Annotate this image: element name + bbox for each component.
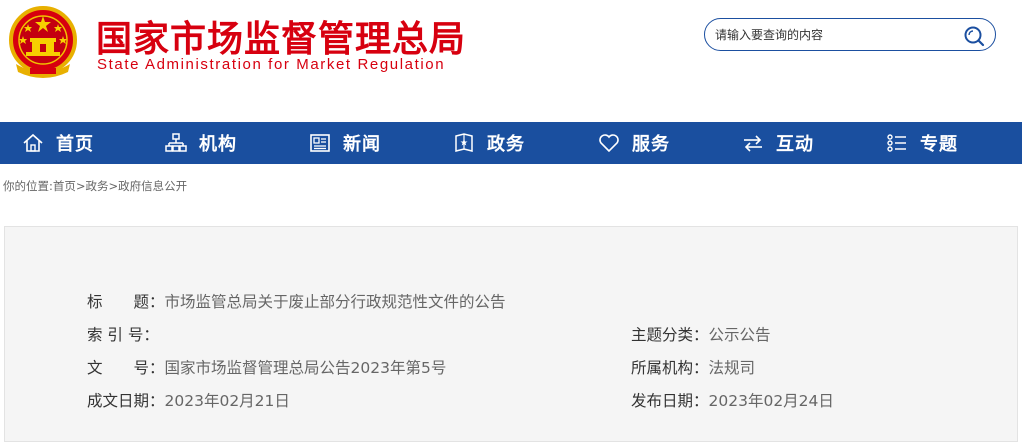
nav-item-topics[interactable]: 专题	[886, 122, 958, 164]
doc-index-row: 索 引 号：	[87, 323, 159, 345]
nav-label: 新闻	[343, 134, 381, 155]
doc-title-label: 标 题：	[87, 293, 165, 311]
heart-icon	[599, 134, 619, 153]
nav-label: 机构	[199, 134, 237, 155]
nav-item-home[interactable]: 首页	[22, 122, 94, 164]
doc-title-value: 市场监管总局关于废止部分行政规范性文件的公告	[164, 293, 506, 311]
doc-published-row: 发布日期：2023年02月24日	[631, 389, 834, 411]
nav-item-service[interactable]: 服务	[598, 122, 670, 164]
list-icon	[887, 134, 906, 152]
nav-label: 服务	[632, 134, 670, 155]
doc-dept-row: 所属机构：法规司	[631, 356, 755, 378]
nav-label: 首页	[56, 134, 94, 155]
search-input[interactable]	[715, 23, 955, 47]
doc-topic-row: 主题分类：公示公告	[631, 323, 771, 345]
doc-topic-value: 公示公告	[708, 326, 771, 344]
search-box	[704, 18, 996, 51]
breadcrumb-prefix: 你的位置:	[3, 179, 53, 193]
breadcrumb-link-affairs[interactable]: 政务	[86, 179, 109, 193]
nav-label: 政务	[487, 134, 525, 155]
breadcrumb: 你的位置:首页>政务>政府信息公开	[3, 178, 187, 194]
doc-title-row: 标 题：市场监管总局关于废止部分行政规范性文件的公告	[87, 290, 506, 312]
breadcrumb-separator: >	[75, 179, 86, 193]
nav-item-interaction[interactable]: 互动	[742, 122, 814, 164]
doc-index-label: 索 引 号：	[87, 326, 159, 344]
nav-label: 互动	[776, 134, 814, 155]
home-icon	[23, 133, 43, 152]
national-emblem-icon[interactable]	[8, 6, 78, 78]
site-title-cn[interactable]: 国家市场监督管理总局	[96, 10, 466, 62]
doc-dept-value: 法规司	[708, 359, 756, 377]
site-header: 国家市场监督管理总局 State Administration for Mark…	[0, 0, 1022, 122]
doc-created-row: 成文日期：2023年02月21日	[87, 389, 290, 411]
main-nav: 首页 机构 新闻 政务 服务 互动 专题	[0, 122, 1022, 164]
doc-number-label: 文 号：	[87, 359, 165, 377]
breadcrumb-separator: >	[108, 179, 119, 193]
doc-created-label: 成文日期：	[87, 392, 165, 410]
doc-created-value: 2023年02月21日	[164, 392, 290, 410]
doc-published-value: 2023年02月24日	[708, 392, 834, 410]
exchange-arrows-icon	[744, 135, 762, 152]
document-info-panel: 标 题：市场监管总局关于废止部分行政规范性文件的公告 索 引 号： 主题分类：公…	[4, 226, 1018, 442]
document-badge-icon	[455, 133, 473, 152]
breadcrumb-link-gov-info[interactable]: 政府信息公开	[118, 179, 187, 193]
nav-item-news[interactable]: 新闻	[309, 122, 381, 164]
site-title-en[interactable]: State Administration for Market Regulati…	[97, 56, 445, 73]
nav-label: 专题	[920, 134, 958, 155]
breadcrumb-link-home[interactable]: 首页	[53, 179, 76, 193]
search-icon[interactable]	[963, 25, 985, 47]
nav-item-affairs[interactable]: 政务	[453, 122, 525, 164]
doc-topic-label: 主题分类：	[631, 326, 709, 344]
org-chart-icon	[165, 133, 187, 152]
doc-published-label: 发布日期：	[631, 392, 709, 410]
doc-number-value: 国家市场监督管理总局公告2023年第5号	[164, 359, 447, 377]
doc-number-row: 文 号：国家市场监督管理总局公告2023年第5号	[87, 356, 446, 378]
doc-dept-label: 所属机构：	[631, 359, 709, 377]
newspaper-icon	[310, 134, 330, 152]
nav-item-org[interactable]: 机构	[165, 122, 237, 164]
